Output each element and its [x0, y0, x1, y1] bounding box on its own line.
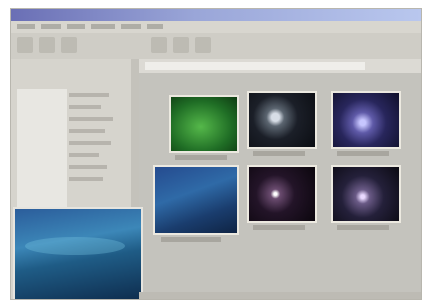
tree-item[interactable]	[69, 117, 113, 121]
address-bar	[139, 59, 421, 73]
toolbar	[11, 33, 421, 60]
thumbnail-image[interactable]	[153, 165, 239, 235]
thumbnail-view	[139, 73, 421, 299]
thumbnail-caption	[253, 151, 305, 156]
up-icon[interactable]	[61, 37, 77, 53]
thumbnail-image[interactable]	[331, 165, 401, 223]
title-bar	[11, 9, 421, 21]
views-icon[interactable]	[195, 37, 211, 53]
menu-item[interactable]	[67, 24, 85, 29]
thumbnail-image[interactable]	[331, 91, 401, 149]
tree-item[interactable]	[69, 177, 103, 181]
thumbnail-image[interactable]	[169, 95, 239, 153]
folders-icon[interactable]	[173, 37, 189, 53]
preview-highlight	[25, 237, 125, 255]
menu-bar	[11, 21, 421, 33]
address-field[interactable]	[145, 62, 365, 70]
tree-item[interactable]	[69, 105, 101, 109]
folder-tree[interactable]	[17, 89, 67, 219]
search-icon[interactable]	[151, 37, 167, 53]
thumbnail-caption	[337, 225, 389, 230]
menu-item[interactable]	[91, 24, 115, 29]
thumbnail-caption	[337, 151, 389, 156]
thumbnail-image[interactable]	[247, 165, 317, 223]
thumbnail-image[interactable]	[247, 91, 317, 149]
app-window	[10, 8, 422, 300]
tree-item[interactable]	[69, 93, 109, 97]
image-preview[interactable]	[13, 207, 143, 299]
thumbnail-caption	[175, 155, 227, 160]
tree-item[interactable]	[69, 153, 99, 157]
menu-item[interactable]	[147, 24, 163, 29]
tree-item[interactable]	[69, 129, 105, 133]
tree-item[interactable]	[69, 165, 107, 169]
status-bar	[139, 292, 421, 299]
menu-item[interactable]	[17, 24, 35, 29]
menu-item[interactable]	[121, 24, 141, 29]
forward-icon[interactable]	[39, 37, 55, 53]
back-icon[interactable]	[17, 37, 33, 53]
thumbnail-caption	[253, 225, 305, 230]
menu-item[interactable]	[41, 24, 61, 29]
tree-item[interactable]	[69, 141, 111, 145]
thumbnail-caption	[161, 237, 221, 242]
